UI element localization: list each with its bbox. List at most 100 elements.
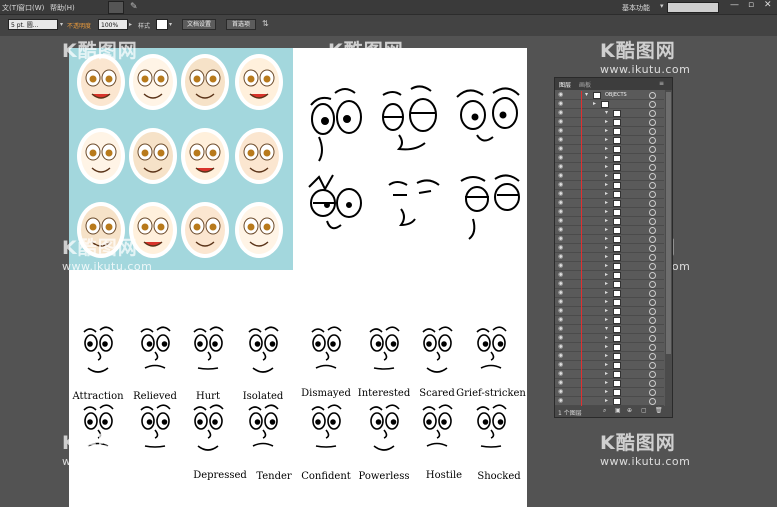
minimize-icon[interactable]: — bbox=[730, 0, 739, 10]
target-circle-icon[interactable] bbox=[649, 236, 656, 243]
visibility-eye-icon[interactable]: ◉ bbox=[558, 118, 563, 125]
target-circle-icon[interactable] bbox=[649, 164, 656, 171]
target-circle-icon[interactable] bbox=[649, 344, 656, 351]
target-circle-icon[interactable] bbox=[649, 110, 656, 117]
visibility-eye-icon[interactable]: ◉ bbox=[558, 397, 563, 404]
help-search-input[interactable] bbox=[667, 2, 719, 13]
layer-row[interactable]: ◉ ▸ bbox=[555, 181, 664, 190]
layer-row[interactable]: ◉ ▸ bbox=[555, 145, 664, 154]
visibility-eye-icon[interactable]: ◉ bbox=[558, 325, 563, 332]
visibility-eye-icon[interactable]: ◉ bbox=[558, 100, 563, 107]
visibility-eye-icon[interactable]: ◉ bbox=[558, 154, 563, 161]
target-circle-icon[interactable] bbox=[649, 101, 656, 108]
target-circle-icon[interactable] bbox=[649, 254, 656, 261]
layer-row[interactable]: ◉ ▸ bbox=[555, 190, 664, 199]
visibility-eye-icon[interactable]: ◉ bbox=[558, 244, 563, 251]
target-circle-icon[interactable] bbox=[649, 371, 656, 378]
layer-row[interactable]: ◉ ▸ bbox=[555, 154, 664, 163]
layer-row[interactable]: ◉ ▸ bbox=[555, 352, 664, 361]
visibility-eye-icon[interactable]: ◉ bbox=[558, 190, 563, 197]
layer-row[interactable]: ◉ ▸ bbox=[555, 172, 664, 181]
expand-icon[interactable]: ▸ bbox=[605, 334, 608, 341]
tab-artboards[interactable]: 画板 bbox=[579, 80, 591, 89]
target-circle-icon[interactable] bbox=[649, 281, 656, 288]
visibility-eye-icon[interactable]: ◉ bbox=[558, 136, 563, 143]
panel-menu-icon[interactable]: ≡ bbox=[659, 80, 664, 87]
visibility-eye-icon[interactable]: ◉ bbox=[558, 316, 563, 323]
target-circle-icon[interactable] bbox=[649, 317, 656, 324]
new-layer-icon[interactable]: ▢ bbox=[641, 407, 647, 414]
visibility-eye-icon[interactable]: ◉ bbox=[558, 181, 563, 188]
target-circle-icon[interactable] bbox=[649, 191, 656, 198]
expand-icon[interactable]: ▸ bbox=[605, 172, 608, 179]
expand-icon[interactable]: ▸ bbox=[605, 271, 608, 278]
expand-icon[interactable]: ▸ bbox=[605, 370, 608, 377]
expand-icon[interactable]: ▾ bbox=[585, 91, 588, 98]
layer-row[interactable]: ◉ ▸ bbox=[555, 208, 664, 217]
expand-icon[interactable]: ▸ bbox=[605, 388, 608, 395]
visibility-eye-icon[interactable]: ◉ bbox=[558, 172, 563, 179]
target-circle-icon[interactable] bbox=[649, 137, 656, 144]
layer-name[interactable]: OBJECTS bbox=[605, 92, 627, 98]
visibility-eye-icon[interactable]: ◉ bbox=[558, 217, 563, 224]
opacity-label[interactable]: 不透明度 bbox=[67, 21, 91, 30]
visibility-eye-icon[interactable]: ◉ bbox=[558, 253, 563, 260]
visibility-eye-icon[interactable]: ◉ bbox=[558, 208, 563, 215]
expand-icon[interactable]: ▸ bbox=[593, 100, 596, 107]
locate-object-icon[interactable]: ⌕ bbox=[603, 407, 606, 415]
expand-icon[interactable]: ▸ bbox=[605, 235, 608, 242]
layer-row[interactable]: ◉ ▸ bbox=[555, 235, 664, 244]
expand-icon[interactable]: ▸ bbox=[605, 217, 608, 224]
target-circle-icon[interactable] bbox=[649, 209, 656, 216]
target-circle-icon[interactable] bbox=[649, 308, 656, 315]
target-circle-icon[interactable] bbox=[649, 389, 656, 396]
visibility-eye-icon[interactable]: ◉ bbox=[558, 388, 563, 395]
layer-row[interactable]: ◉ ▾ bbox=[555, 325, 664, 334]
layer-row[interactable]: ◉ ▾ OBJECTS bbox=[555, 91, 664, 100]
menu-item-text[interactable]: 文(T) bbox=[2, 3, 19, 13]
target-circle-icon[interactable] bbox=[649, 362, 656, 369]
expand-icon[interactable]: ▸ bbox=[605, 379, 608, 386]
visibility-eye-icon[interactable]: ◉ bbox=[558, 352, 563, 359]
visibility-eye-icon[interactable]: ◉ bbox=[558, 163, 563, 170]
target-circle-icon[interactable] bbox=[649, 173, 656, 180]
expand-icon[interactable]: ▸ bbox=[605, 361, 608, 368]
target-circle-icon[interactable] bbox=[649, 155, 656, 162]
expand-icon[interactable]: ▸ bbox=[605, 181, 608, 188]
target-circle-icon[interactable] bbox=[649, 92, 656, 99]
visibility-eye-icon[interactable]: ◉ bbox=[558, 226, 563, 233]
expand-icon[interactable]: ▸ bbox=[605, 307, 608, 314]
layers-scrollbar[interactable] bbox=[665, 90, 672, 408]
expand-icon[interactable]: ▸ bbox=[605, 397, 608, 404]
style-swatch[interactable] bbox=[156, 19, 168, 30]
visibility-eye-icon[interactable]: ◉ bbox=[558, 127, 563, 134]
visibility-eye-icon[interactable]: ◉ bbox=[558, 343, 563, 350]
expand-icon[interactable]: ▸ bbox=[605, 226, 608, 233]
visibility-eye-icon[interactable]: ◉ bbox=[558, 379, 563, 386]
layer-row[interactable]: ◉ ▸ bbox=[555, 127, 664, 136]
layer-row[interactable]: ◉ ▸ bbox=[555, 199, 664, 208]
target-circle-icon[interactable] bbox=[649, 227, 656, 234]
visibility-eye-icon[interactable]: ◉ bbox=[558, 280, 563, 287]
expand-icon[interactable]: ▸ bbox=[605, 118, 608, 125]
target-circle-icon[interactable] bbox=[649, 398, 656, 405]
expand-icon[interactable]: ▸ bbox=[605, 199, 608, 206]
document-setup-button[interactable]: 文档设置 bbox=[182, 19, 216, 30]
expand-icon[interactable]: ▸ bbox=[605, 280, 608, 287]
visibility-eye-icon[interactable]: ◉ bbox=[558, 334, 563, 341]
target-circle-icon[interactable] bbox=[649, 335, 656, 342]
preferences-button[interactable]: 首选项 bbox=[226, 19, 256, 30]
target-circle-icon[interactable] bbox=[649, 263, 656, 270]
visibility-eye-icon[interactable]: ◉ bbox=[558, 271, 563, 278]
visibility-eye-icon[interactable]: ◉ bbox=[558, 235, 563, 242]
target-circle-icon[interactable] bbox=[649, 200, 656, 207]
close-icon[interactable]: ✕ bbox=[764, 0, 772, 10]
layer-row[interactable]: ◉ ▸ bbox=[555, 361, 664, 370]
layer-row[interactable]: ◉ ▸ bbox=[555, 226, 664, 235]
target-circle-icon[interactable] bbox=[649, 182, 656, 189]
layer-row[interactable]: ◉ ▸ bbox=[555, 316, 664, 325]
menu-item-window[interactable]: 窗口(W) bbox=[18, 3, 44, 13]
target-circle-icon[interactable] bbox=[649, 290, 656, 297]
target-circle-icon[interactable] bbox=[649, 119, 656, 126]
layer-row[interactable]: ◉ ▸ bbox=[555, 262, 664, 271]
